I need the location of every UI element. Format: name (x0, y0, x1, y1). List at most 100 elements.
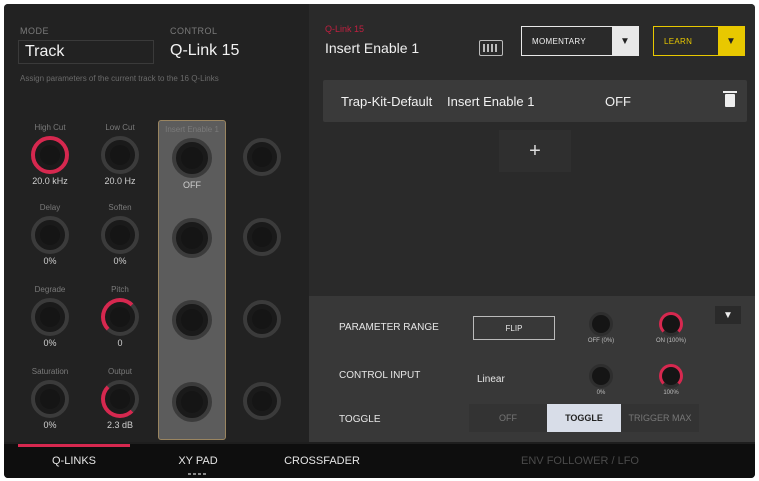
knob-dial[interactable] (31, 298, 69, 336)
knob-dial[interactable] (243, 382, 281, 420)
control-value[interactable]: Q-Link 15 (170, 42, 239, 60)
knob-dial[interactable] (243, 138, 281, 176)
knob-output[interactable]: Output 2.3 dB (90, 366, 150, 432)
knob-dial[interactable] (172, 382, 212, 422)
tab-crossfader[interactable]: CROSSFADER (266, 444, 378, 478)
trash-icon[interactable] (723, 91, 737, 107)
chevron-down-icon: ▼ (718, 27, 744, 55)
control-input-min-knob[interactable]: 0% (587, 364, 615, 396)
knob-label: 0% (596, 390, 606, 396)
knob-value: 20.0 kHz (32, 176, 68, 186)
knob-value: 20.0 Hz (104, 176, 136, 186)
tab-q-links[interactable]: Q-LINKS (18, 444, 130, 478)
knob-label: Pitch (111, 285, 129, 294)
knob-pitch[interactable]: Pitch 0 (90, 284, 150, 350)
toggle-option-toggle[interactable]: TOGGLE (547, 404, 621, 432)
control-input-label: CONTROL INPUT (339, 370, 421, 381)
dropdown-label: LEARN (664, 36, 693, 46)
knob-dial[interactable] (172, 218, 212, 258)
knob-label: Output (107, 367, 132, 376)
knob-value: OFF (183, 180, 201, 190)
qlink-edit-screen: MODE Track CONTROL Q-Link 15 Assign para… (4, 4, 755, 478)
knob-empty[interactable] (162, 368, 222, 422)
knob-label: ON (100%) (655, 338, 686, 344)
left-panel: MODE Track CONTROL Q-Link 15 Assign para… (4, 4, 309, 442)
tab-label: XY PAD (178, 455, 218, 467)
knob-empty[interactable] (232, 286, 292, 338)
control-input-value[interactable]: Linear (477, 374, 505, 385)
add-assignment-button[interactable]: + (499, 130, 571, 172)
toggle-label: TOGGLE (339, 414, 381, 425)
knob-label: Soften (108, 203, 132, 212)
assignment-row[interactable]: Trap-Kit-Default Insert Enable 1 OFF (323, 80, 747, 122)
qlink-label: Q-Link 15 (325, 24, 365, 34)
knob-dial[interactable] (659, 364, 683, 388)
chevron-down-icon[interactable]: ▼ (715, 306, 741, 324)
knob-dial[interactable] (589, 312, 613, 336)
knob-label: Saturation (31, 367, 69, 376)
knob-label: 100% (663, 390, 679, 396)
right-panel: Q-Link 15 Insert Enable 1 MOMENTARY ▼ LE… (309, 4, 755, 442)
knob-dial[interactable] (172, 300, 212, 340)
knob-dial[interactable] (172, 138, 212, 178)
knob-dial[interactable] (31, 216, 69, 254)
knob-empty[interactable] (232, 124, 292, 176)
dots-icon (188, 473, 208, 475)
knob-value: 0 (117, 338, 123, 348)
tab-env-follower-lfo[interactable]: ENV FOLLOWER / LFO (480, 444, 680, 478)
knob-label: Degrade (34, 285, 66, 294)
keyboard-icon[interactable] (479, 40, 503, 56)
knob-value: 0% (43, 338, 57, 348)
assignment-value: OFF (605, 93, 631, 109)
knob-dial[interactable] (31, 380, 69, 418)
knob-high-cut[interactable]: High Cut 20.0 kHz (20, 122, 80, 188)
knob-empty[interactable] (162, 286, 222, 340)
control-input-max-knob[interactable]: 100% (657, 364, 685, 396)
knob-empty[interactable] (232, 368, 292, 420)
knob-empty[interactable] (162, 204, 222, 258)
range-on-knob[interactable]: ON (100%) (656, 312, 686, 344)
momentary-dropdown[interactable]: MOMENTARY ▼ (521, 26, 639, 56)
knob-empty[interactable] (232, 204, 292, 256)
knob-dial[interactable] (243, 218, 281, 256)
assignment-track: Trap-Kit-Default (341, 93, 433, 109)
control-label: CONTROL (170, 26, 218, 36)
knob-dial[interactable] (101, 216, 139, 254)
mode-select[interactable]: Track (18, 40, 154, 64)
parameter-panel: ▼ PARAMETER RANGE FLIP OFF (0%) ON (100%… (309, 296, 755, 442)
parameter-range-label: PARAMETER RANGE (339, 322, 439, 333)
knob-delay[interactable]: Delay 0% (20, 202, 80, 268)
knob-value: 0% (113, 256, 127, 266)
learn-dropdown[interactable]: LEARN ▼ (653, 26, 745, 56)
toggle-option-trigger-max[interactable]: TRIGGER MAX (621, 404, 699, 432)
knob-dial[interactable] (659, 312, 683, 336)
chevron-down-icon: ▼ (612, 27, 638, 55)
knob-dial[interactable] (243, 300, 281, 338)
knob-label: Low Cut (105, 123, 135, 132)
knob-low-cut[interactable]: Low Cut 20.0 Hz (90, 122, 150, 188)
knob-degrade[interactable]: Degrade 0% (20, 284, 80, 350)
qlink-param: Insert Enable 1 (325, 40, 420, 56)
range-off-knob[interactable]: OFF (0%) (587, 312, 615, 344)
knob-value: 0% (43, 420, 57, 430)
toggle-segmented-control: OFF TOGGLE TRIGGER MAX (469, 404, 699, 432)
knob-dial[interactable] (589, 364, 613, 388)
knob-dial[interactable] (31, 136, 69, 174)
assign-hint: Assign parameters of the current track t… (20, 74, 219, 83)
knob-dial[interactable] (101, 136, 139, 174)
knob-value: 2.3 dB (106, 420, 134, 430)
knob-label: OFF (0%) (587, 338, 615, 344)
knob-insert-enable[interactable]: Insert Enable 1 OFF (162, 124, 222, 192)
tab-xy-pad[interactable]: XY PAD (142, 444, 254, 478)
knob-soften[interactable]: Soften 0% (90, 202, 150, 268)
knob-label: Insert Enable 1 (165, 125, 219, 134)
knob-label: High Cut (34, 123, 66, 132)
assignment-param: Insert Enable 1 (447, 93, 535, 109)
knob-saturation[interactable]: Saturation 0% (20, 366, 80, 432)
knob-value: 0% (43, 256, 57, 266)
knob-dial[interactable] (101, 380, 139, 418)
knob-dial[interactable] (101, 298, 139, 336)
toggle-option-off[interactable]: OFF (469, 404, 547, 432)
flip-button[interactable]: FLIP (473, 316, 555, 340)
dropdown-label: MOMENTARY (532, 36, 586, 46)
